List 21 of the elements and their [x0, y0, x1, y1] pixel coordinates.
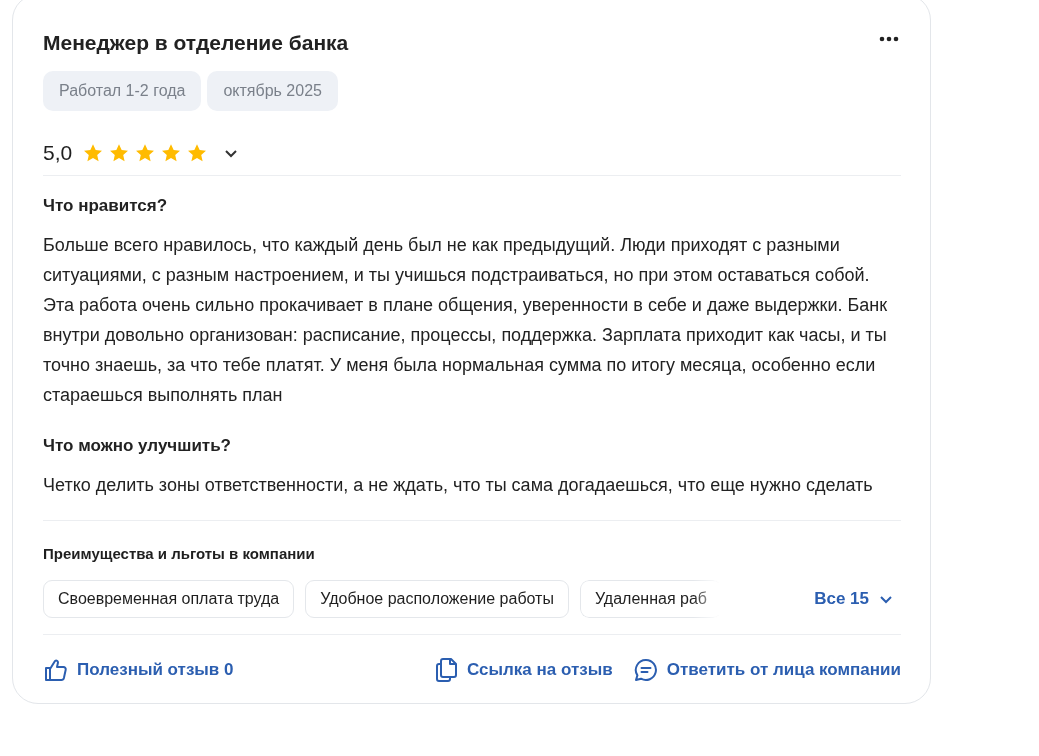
benefits-heading: Преимущества и льготы в компании	[43, 545, 316, 562]
more-icon	[879, 36, 899, 42]
thumbs-up-icon	[43, 657, 69, 683]
chevron-down-icon	[224, 148, 239, 158]
helpful-button[interactable]: Полезный отзыв 0	[43, 657, 234, 683]
rating-score: 5,0	[43, 141, 73, 165]
benefit-tag: Удобное расположение работы	[305, 580, 569, 618]
tag: октябрь 2025	[207, 71, 338, 111]
copy-link-button[interactable]: Ссылка на отзыв	[435, 657, 613, 683]
chat-bubble-icon	[632, 657, 659, 683]
chevron-down-icon	[879, 594, 893, 604]
section-heading: Что нравится?	[43, 196, 169, 216]
review-text: Больше всего нравилось, что каждый день был не как предыдущий. Люди приходят с разными ситуациями, с разным настроением, и ты учишься подстраиваться, но при этом оставаться собой. Эта работа очень сильно прокачивает в плане общения, уверенности в себе и даже выдержки. Банк внутри довольно организован: расписание, процессы, поддержка. Зарплата приходит как часы, и ты точно знаешь, за что тебе платят. У меня была нормальная сумма по итогу месяца, особенно если стараешься выполнять план	[43, 234, 889, 407]
benefit-tag: Своевременная оплата труда	[43, 580, 295, 618]
review-text: Четко делить зоны ответственности, а не ждать, что ты сама догадаешься, что еще нужно сделать	[43, 474, 874, 497]
tag: Работал 1-2 года	[43, 71, 202, 111]
show-all-button[interactable]: Все 15	[806, 585, 901, 613]
reply-button[interactable]: Ответить от лица компании	[632, 657, 901, 683]
copy-icon	[435, 657, 460, 683]
review-title: Менеджер в отделение банка	[43, 31, 349, 55]
section-heading: Что можно улучшить?	[43, 436, 232, 456]
